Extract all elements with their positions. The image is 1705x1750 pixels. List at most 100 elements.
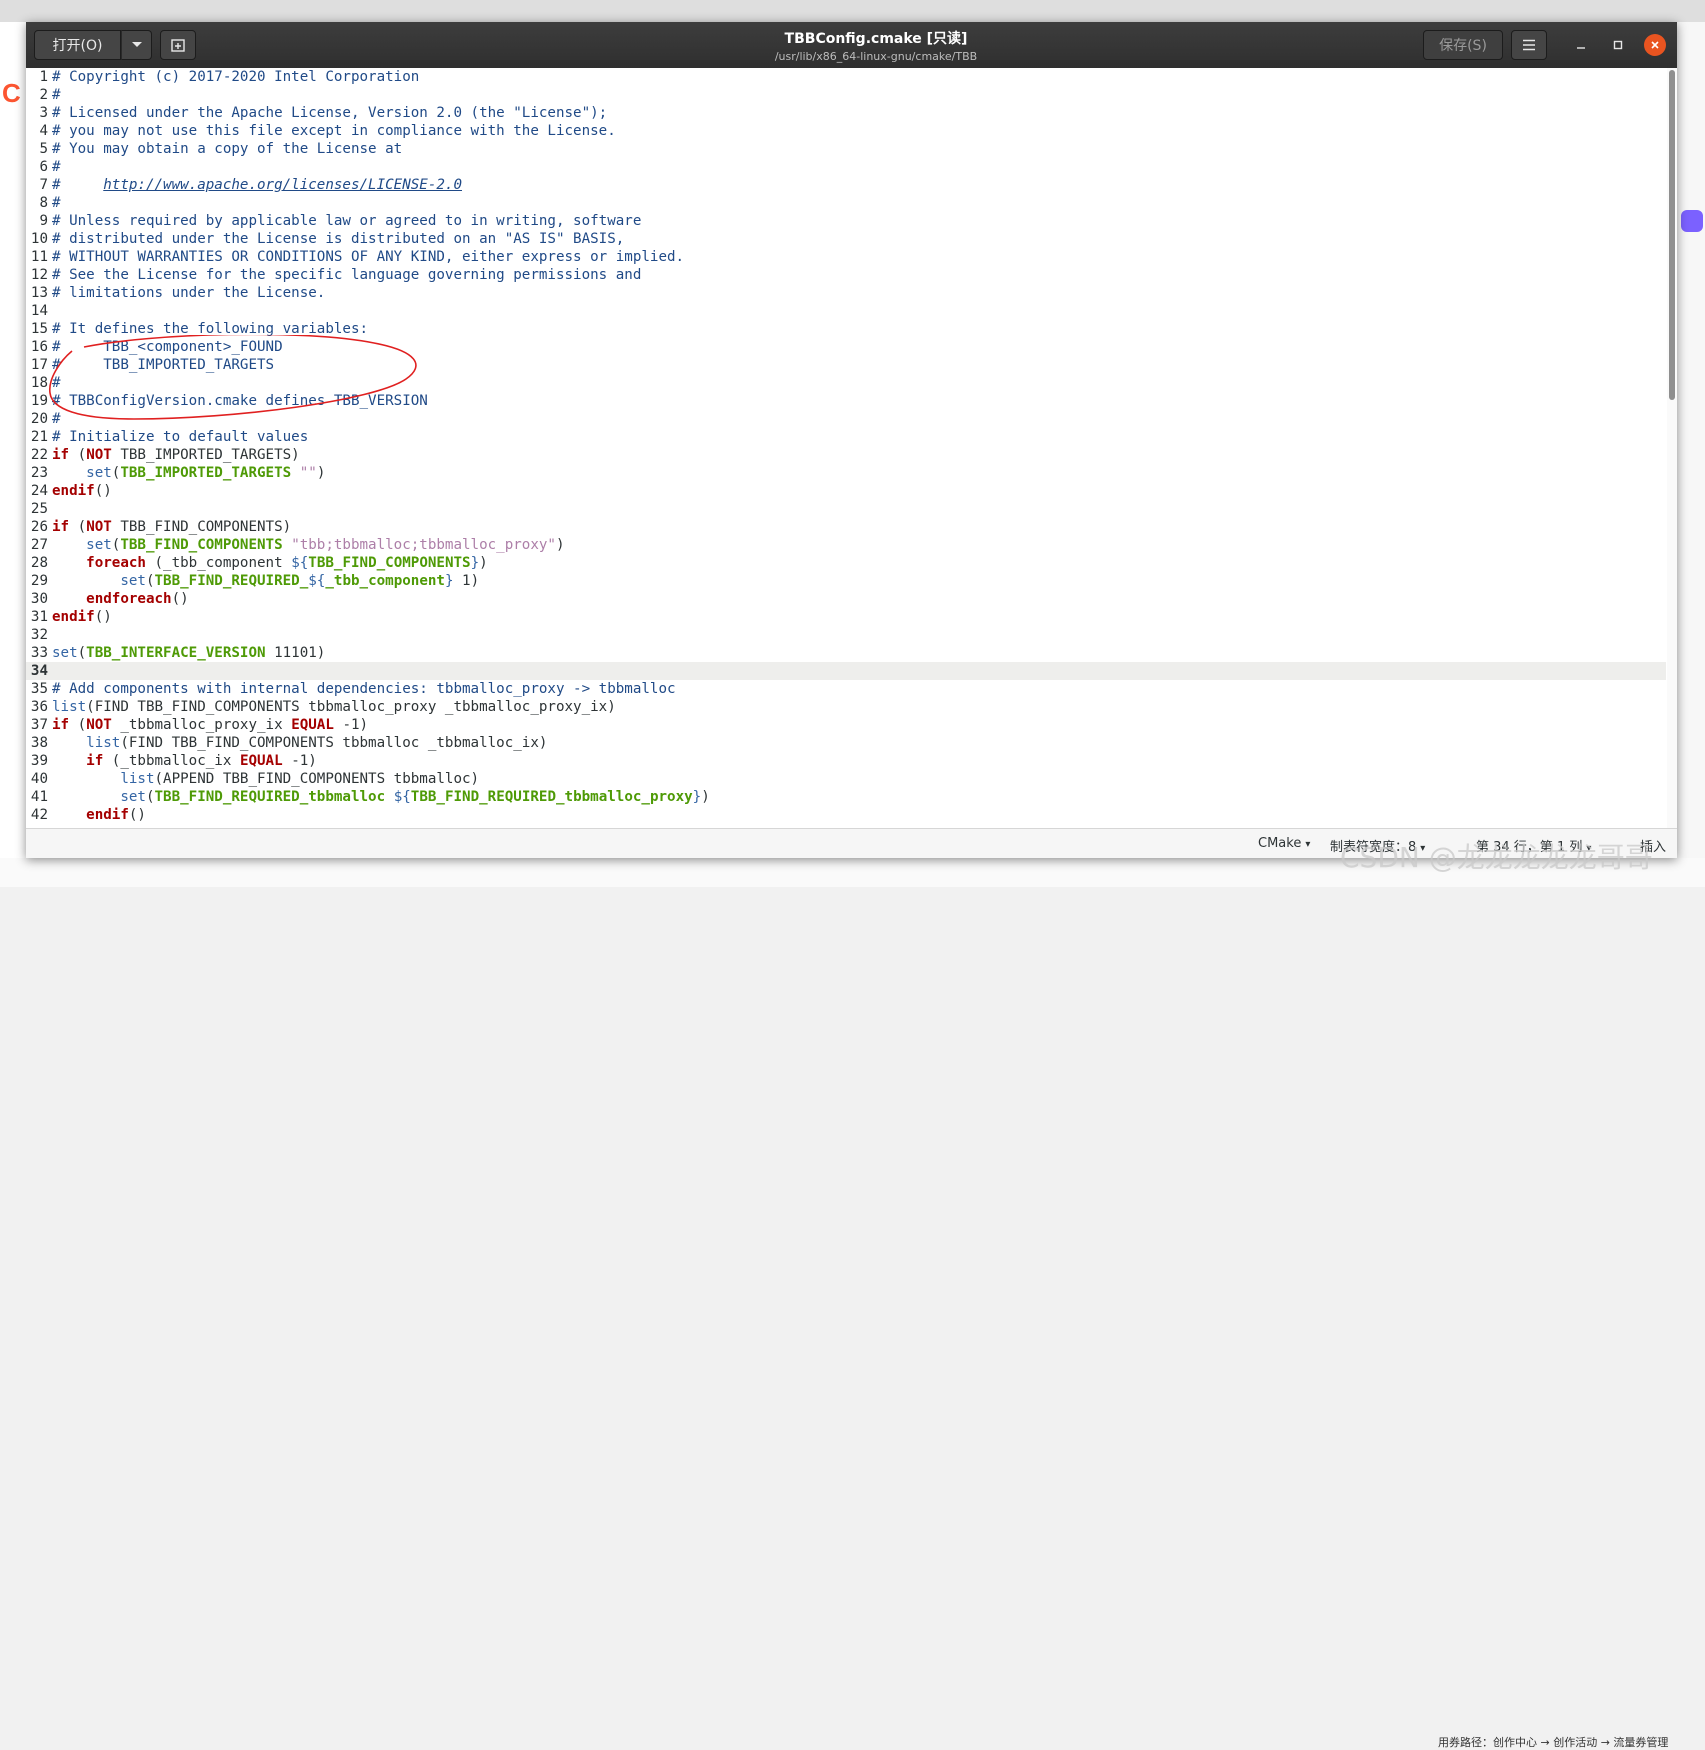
code-token: set — [120, 789, 146, 805]
code-line[interactable]: 8 # — [26, 194, 1666, 212]
code-lines[interactable]: 1 # Copyright (c) 2017-2020 Intel Corpora… — [26, 68, 1666, 824]
line-number: 25 — [30, 501, 48, 517]
code-line[interactable]: 22 if (NOT TBB_IMPORTED_TARGETS) — [26, 446, 1666, 464]
code-token: if — [52, 717, 70, 733]
code-line[interactable]: 25 — [26, 500, 1666, 518]
code-token: EQUAL — [239, 753, 283, 769]
code-line[interactable]: 3 # Licensed under the Apache License, Ve… — [26, 104, 1666, 122]
window-subtitle: /usr/lib/x86_64-linux-gnu/cmake/TBB — [774, 50, 978, 63]
assistant-robot-icon[interactable] — [1681, 210, 1703, 232]
code-line[interactable]: 5 # You may obtain a copy of the License … — [26, 140, 1666, 158]
code-token: EQUAL — [291, 717, 334, 733]
line-number: 14 — [30, 303, 48, 319]
csdn-logo: C — [2, 78, 21, 108]
code-line[interactable]: 28 foreach (_tbb_component ${TBB_FIND_CO… — [26, 554, 1666, 572]
line-number: 38 — [30, 735, 48, 751]
code-line[interactable]: 27 set(TBB_FIND_COMPONENTS "tbb;tbbmallo… — [26, 536, 1666, 554]
code-token: NOT — [86, 519, 112, 535]
open-recent-dropdown[interactable] — [121, 30, 152, 60]
code-token: 1) — [453, 573, 480, 589]
code-line[interactable]: 14 — [26, 302, 1666, 320]
language-label: CMake — [1258, 836, 1302, 851]
code-token: endif — [52, 609, 95, 625]
code-line[interactable]: 30 endforeach() — [26, 590, 1666, 608]
code-token: TBB_INTERFACE_VERSION — [86, 645, 266, 661]
code-token: TBB_IMPORTED_TARGETS) — [111, 447, 300, 463]
minimize-button[interactable] — [1570, 34, 1592, 56]
line-number: 29 — [30, 573, 48, 589]
code-token: TBB_FIND_COMPONENTS — [308, 555, 471, 571]
csdn-watermark: CSDN @龙龙龙龙龙哥哥 — [1340, 841, 1653, 874]
code-token: } — [444, 573, 454, 589]
code-line[interactable]: 39 if (_tbbmalloc_ix EQUAL -1) — [26, 752, 1666, 770]
code-token: # See the License for the specific langu… — [52, 267, 642, 283]
code-line[interactable]: 2 # — [26, 86, 1666, 104]
open-button[interactable]: 打开(O) — [34, 30, 121, 60]
code-token: (_tbb_component — [145, 555, 292, 571]
code-token: endforeach — [86, 591, 172, 607]
code-token: ( — [69, 519, 87, 535]
code-line[interactable]: 37 if (NOT _tbbmalloc_proxy_ix EQUAL -1) — [26, 716, 1666, 734]
code-line[interactable]: 10 # distributed under the License is dis… — [26, 230, 1666, 248]
code-editor[interactable]: 1 # Copyright (c) 2017-2020 Intel Corpora… — [26, 68, 1677, 828]
code-line[interactable]: 12 # See the License for the specific lan… — [26, 266, 1666, 284]
code-line[interactable]: 32 — [26, 626, 1666, 644]
line-number: 23 — [30, 465, 48, 481]
code-line[interactable]: 26 if (NOT TBB_FIND_COMPONENTS) — [26, 518, 1666, 536]
code-token: () — [128, 807, 146, 823]
code-token: NOT — [86, 447, 112, 463]
line-number: 31 — [30, 609, 48, 625]
new-tab-button[interactable] — [160, 30, 196, 60]
language-selector[interactable]: CMake ▾ — [1258, 836, 1310, 851]
code-line[interactable]: 40 list(APPEND TBB_FIND_COMPONENTS tbbma… — [26, 770, 1666, 788]
code-line[interactable]: 24 endif() — [26, 482, 1666, 500]
code-line[interactable]: 9 # Unless required by applicable law or … — [26, 212, 1666, 230]
close-button[interactable] — [1644, 34, 1666, 56]
menu-button[interactable] — [1511, 30, 1547, 60]
scrollbar-thumb[interactable] — [1669, 70, 1675, 400]
header-bar: 打开(O) TBBConfig.cmake [只读] /usr/lib/x86_… — [26, 22, 1677, 68]
code-line[interactable]: 1 # Copyright (c) 2017-2020 Intel Corpora… — [26, 68, 1666, 86]
line-number: 7 — [39, 177, 48, 193]
code-token: foreach — [86, 555, 146, 571]
code-line[interactable]: 7 # http://www.apache.org/licenses/LICENS… — [26, 176, 1666, 194]
code-line[interactable]: 41 set(TBB_FIND_REQUIRED_tbbmalloc ${TBB… — [26, 788, 1666, 806]
code-line[interactable]: 11 # WITHOUT WARRANTIES OR CONDITIONS OF … — [26, 248, 1666, 266]
code-line[interactable]: 13 # limitations under the License. — [26, 284, 1666, 302]
code-token: http://www.apache.org/licenses/LICENSE-2… — [103, 177, 462, 193]
code-line[interactable]: 31 endif() — [26, 608, 1666, 626]
code-line[interactable]: 33 set(TBB_INTERFACE_VERSION 11101) — [26, 644, 1666, 662]
code-line[interactable]: 38 list(FIND TBB_FIND_COMPONENTS tbbmall… — [26, 734, 1666, 752]
line-number: 34 — [30, 663, 48, 679]
save-button[interactable]: 保存(S) — [1423, 30, 1503, 60]
line-number: 5 — [39, 141, 48, 157]
line-number: 30 — [30, 591, 48, 607]
line-number: 36 — [30, 699, 48, 715]
code-token: (APPEND TBB_FIND_COMPONENTS tbbmalloc) — [154, 771, 480, 787]
code-token: TBB_FIND_REQUIRED_ — [154, 573, 309, 589]
line-number: 2 — [39, 87, 48, 103]
code-line[interactable]: 6 # — [26, 158, 1666, 176]
background-page-right — [1675, 22, 1705, 887]
code-line[interactable]: 36 list(FIND TBB_FIND_COMPONENTS tbbmallo… — [26, 698, 1666, 716]
code-line[interactable]: 29 set(TBB_FIND_REQUIRED_${_tbb_componen… — [26, 572, 1666, 590]
code-token: # distributed under the License is distr… — [52, 231, 625, 247]
code-token: TBB_FIND_COMPONENTS) — [111, 519, 292, 535]
code-token: # Licensed under the Apache License, Ver… — [52, 105, 608, 121]
red-ellipse-annotation — [49, 335, 417, 420]
code-token: _tbb_component — [325, 573, 445, 589]
vertical-scrollbar[interactable] — [1667, 68, 1677, 828]
code-line[interactable]: 23 set(TBB_IMPORTED_TARGETS "") — [26, 464, 1666, 482]
code-line[interactable]: 34 — [26, 662, 1666, 680]
line-number: 8 — [39, 195, 48, 211]
line-number: 1 — [39, 69, 48, 85]
maximize-button[interactable] — [1607, 34, 1629, 56]
code-line[interactable]: 4 # you may not use this file except in c… — [26, 122, 1666, 140]
code-line[interactable]: 35 # Add components with internal depende… — [26, 680, 1666, 698]
code-line[interactable]: 42 endif() — [26, 806, 1666, 824]
